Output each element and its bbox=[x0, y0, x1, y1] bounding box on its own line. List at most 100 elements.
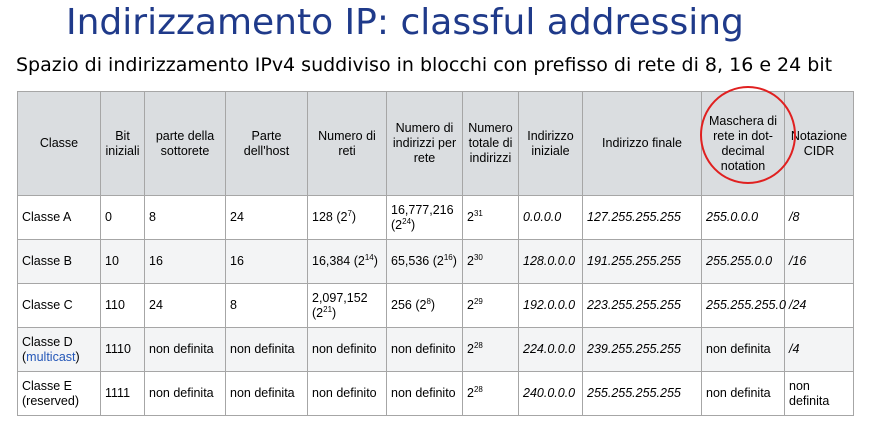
cell-finale-text: 255.255.255.255 bbox=[587, 386, 681, 400]
cell-reti-text: 16,384 (2 bbox=[312, 254, 365, 268]
cell-totale: 228 bbox=[462, 327, 519, 372]
cell-indirizzi-per-rete: 16,777,216 (224) bbox=[386, 195, 463, 240]
cell-bit-iniziali: 0 bbox=[100, 195, 145, 240]
cell-indirizzi-close: ) bbox=[430, 298, 436, 312]
cell-bit-text: 1110 bbox=[105, 342, 131, 356]
cell-cidr-text: /4 bbox=[789, 342, 800, 356]
cell-reti-exp: 14 bbox=[364, 252, 374, 262]
cell-cidr: /16 bbox=[784, 239, 854, 284]
cell-indirizzo-iniziale: 192.0.0.0 bbox=[518, 283, 583, 328]
classful-table: Classe Bit iniziali parte della sottoret… bbox=[17, 91, 854, 416]
header-maschera: Maschera di rete in dot-decimal notation bbox=[701, 91, 785, 196]
cell-numero-reti: non definito bbox=[307, 371, 387, 416]
cell-indirizzo-iniziale: 240.0.0.0 bbox=[518, 371, 583, 416]
cell-iniziale-text: 0.0.0.0 bbox=[523, 210, 562, 224]
cell-indirizzi-text: 16,777,216 (2 bbox=[391, 202, 454, 232]
cell-sottorete: 8 bbox=[144, 195, 226, 240]
cell-totale-base: 2 bbox=[467, 386, 474, 400]
cell-bit-text: 10 bbox=[105, 254, 119, 268]
table-row: Classe B 10 16 16 16,384 (214) 65,536 (216) 23… bbox=[17, 239, 854, 284]
page-title: Indirizzamento IP: classful addressing bbox=[66, 2, 744, 43]
cell-maschera: non definita bbox=[701, 327, 785, 372]
cell-indirizzi-per-rete: 256 (28) bbox=[386, 283, 463, 328]
multicast-link[interactable]: (multicast) bbox=[22, 350, 80, 364]
header-host: Parte dell'host bbox=[225, 91, 308, 196]
header-cidr: Notazione CIDR bbox=[784, 91, 854, 196]
cell-classe-label: Classe D bbox=[22, 334, 73, 349]
cell-indirizzo-iniziale: 128.0.0.0 bbox=[518, 239, 583, 284]
table-row: Classe D (multicast) 1110 non definita non d… bbox=[17, 327, 854, 372]
cell-indirizzi-close: ) bbox=[452, 254, 457, 268]
cell-totale-exp: 31 bbox=[473, 208, 483, 218]
table-row: Classe E (reserved) 1111 non definita non de… bbox=[17, 371, 854, 416]
cell-maschera: 255.0.0.0 bbox=[701, 195, 785, 240]
cell-cidr: /24 bbox=[784, 283, 854, 328]
cell-classe: Classe C bbox=[17, 283, 101, 328]
cell-cidr-text: /8 bbox=[789, 210, 800, 224]
cell-reti-close: ) bbox=[373, 254, 378, 268]
cell-finale-text: 239.255.255.255 bbox=[587, 342, 681, 356]
cell-iniziale-text: 128.0.0.0 bbox=[523, 254, 576, 268]
cell-iniziale-text: 240.0.0.0 bbox=[523, 386, 576, 400]
header-indirizzo-finale: Indirizzo finale bbox=[582, 91, 702, 196]
cell-numero-reti: 16,384 (214) bbox=[307, 239, 387, 284]
table-header-row: Classe Bit iniziali parte della sottoret… bbox=[17, 91, 854, 196]
cell-maschera: 255.255.0.0 bbox=[701, 239, 785, 284]
cell-bit-text: 1111 bbox=[105, 386, 131, 400]
cell-host-text: non definita bbox=[230, 342, 295, 356]
cell-numero-reti: non definito bbox=[307, 327, 387, 372]
cell-reti-text: non definito bbox=[312, 342, 377, 356]
cell-indirizzi-exp: 16 bbox=[443, 252, 453, 262]
cell-cidr: non definita bbox=[784, 371, 854, 416]
cell-totale: 231 bbox=[462, 195, 519, 240]
cell-sottorete: 24 bbox=[144, 283, 226, 328]
cell-totale-base: 2 bbox=[467, 342, 474, 356]
cell-indirizzi-close: ) bbox=[411, 217, 416, 232]
cell-maschera-text: non definita bbox=[706, 386, 771, 400]
cell-bit-text: 0 bbox=[105, 210, 112, 224]
cell-indirizzo-finale: 223.255.255.255 bbox=[582, 283, 702, 328]
header-indirizzi-per-rete: Numero di indirizzi per rete bbox=[386, 91, 463, 196]
cell-totale-exp: 30 bbox=[473, 252, 483, 262]
header-bit-iniziali: Bit iniziali bbox=[100, 91, 145, 196]
cell-totale-base: 2 bbox=[467, 298, 474, 312]
cell-bit-iniziali: 1111 bbox=[100, 371, 145, 416]
page-subtitle: Spazio di indirizzamento IPv4 suddiviso … bbox=[16, 54, 833, 76]
cell-totale-exp: 28 bbox=[473, 384, 483, 394]
cell-host: 8 bbox=[225, 283, 308, 328]
cell-indirizzi-text: non definito bbox=[391, 386, 456, 400]
cell-cidr: /4 bbox=[784, 327, 854, 372]
cell-reti-close: ) bbox=[351, 210, 357, 224]
cell-sottorete-text: non definita bbox=[149, 342, 214, 356]
cell-host: 16 bbox=[225, 239, 308, 284]
cell-totale-exp: 29 bbox=[473, 296, 483, 306]
cell-reti-exp: 21 bbox=[323, 304, 333, 314]
cell-maschera-text: 255.255.255.0 bbox=[706, 298, 786, 312]
cell-indirizzi-text: non definito bbox=[391, 342, 456, 356]
cell-cidr-text: /16 bbox=[789, 254, 807, 268]
cell-host: non definita bbox=[225, 327, 308, 372]
cell-finale-text: 127.255.255.255 bbox=[587, 210, 681, 224]
cell-totale: 228 bbox=[462, 371, 519, 416]
cell-sottorete: non definita bbox=[144, 327, 226, 372]
table-row: Classe C 110 24 8 2,097,152 (221) 256 (28) 229… bbox=[17, 283, 854, 328]
cell-indirizzi-per-rete: 65,536 (216) bbox=[386, 239, 463, 284]
header-numero-reti: Numero di reti bbox=[307, 91, 387, 196]
cell-totale-base: 2 bbox=[467, 254, 474, 268]
cell-totale-exp: 28 bbox=[473, 340, 483, 350]
cell-host-text: 8 bbox=[230, 298, 237, 312]
cell-indirizzo-finale: 239.255.255.255 bbox=[582, 327, 702, 372]
cell-indirizzi-text: 256 (2 bbox=[391, 298, 427, 312]
cell-classe-label: Classe A bbox=[22, 210, 72, 224]
cell-indirizzo-finale: 191.255.255.255 bbox=[582, 239, 702, 284]
cell-classe-label: Classe B bbox=[22, 254, 73, 268]
cell-reti-text: 2,097,152 (2 bbox=[312, 290, 368, 320]
cell-indirizzi-exp: 24 bbox=[402, 216, 412, 226]
cell-cidr-text: non definita bbox=[789, 378, 830, 408]
cell-bit-iniziali: 1110 bbox=[100, 327, 145, 372]
cell-classe-label: Classe C bbox=[22, 298, 73, 312]
cell-host: 24 bbox=[225, 195, 308, 240]
header-indirizzo-iniziale: Indirizzo iniziale bbox=[518, 91, 583, 196]
header-classe: Classe bbox=[17, 91, 101, 196]
cell-maschera: 255.255.255.0 bbox=[701, 283, 786, 328]
